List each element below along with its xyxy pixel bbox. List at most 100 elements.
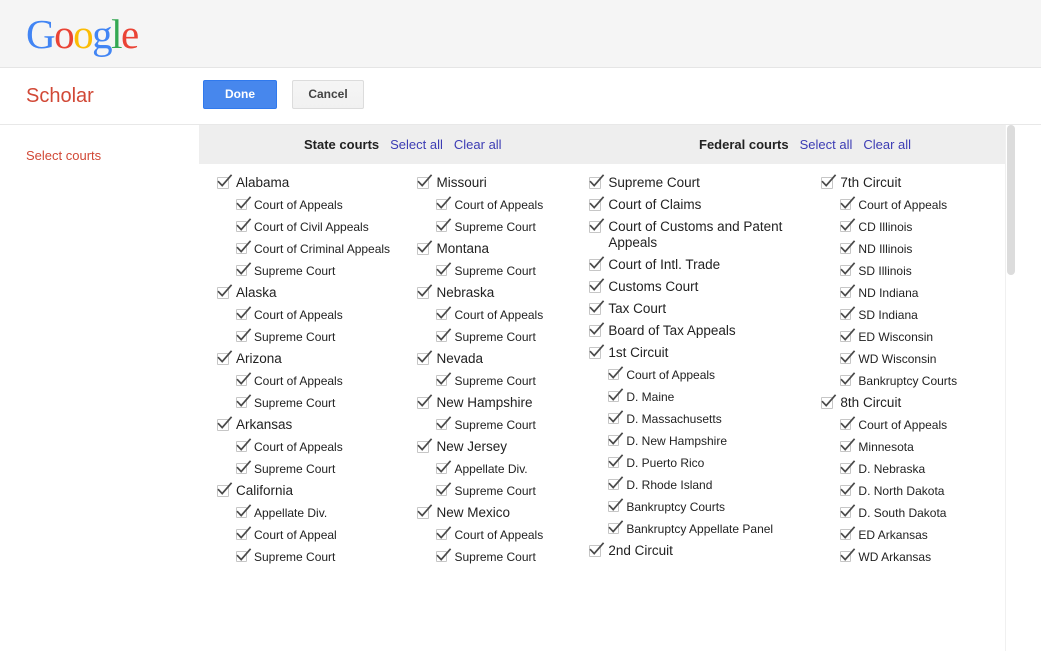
court-checkbox-item[interactable]: D. Nebraska — [840, 460, 1015, 477]
checkbox-checked-icon[interactable] — [236, 526, 252, 540]
court-group-checkbox-item[interactable]: New Mexico — [417, 504, 589, 521]
checkbox-checked-icon[interactable] — [217, 350, 233, 365]
court-checkbox-item[interactable]: Supreme Court — [236, 460, 417, 477]
court-group-checkbox-item[interactable]: Arkansas — [217, 416, 417, 433]
checkbox-checked-icon[interactable] — [236, 328, 252, 342]
court-group-checkbox-item[interactable]: 1st Circuit — [589, 344, 821, 361]
checkbox-checked-icon[interactable] — [608, 476, 624, 490]
court-checkbox-item[interactable]: D. South Dakota — [840, 504, 1015, 521]
google-logo[interactable]: Google — [26, 13, 139, 55]
checkbox-checked-icon[interactable] — [840, 328, 856, 342]
checkbox-checked-icon[interactable] — [608, 366, 624, 380]
checkbox-checked-icon[interactable] — [840, 372, 856, 386]
checkbox-checked-icon[interactable] — [608, 498, 624, 512]
court-group-checkbox-item[interactable]: Alaska — [217, 284, 417, 301]
court-group-checkbox-item[interactable]: 7th Circuit — [821, 174, 1015, 191]
court-checkbox-item[interactable]: Supreme Court — [436, 218, 589, 235]
checkbox-checked-icon[interactable] — [840, 284, 856, 298]
checkbox-checked-icon[interactable] — [589, 218, 605, 233]
court-checkbox-item[interactable]: Court of Appeals — [840, 416, 1015, 433]
state-clear-all-link[interactable]: Clear all — [454, 137, 502, 152]
court-checkbox-item[interactable]: Supreme Court — [236, 548, 417, 565]
court-group-checkbox-item[interactable]: Montana — [417, 240, 589, 257]
court-group-checkbox-item[interactable]: California — [217, 482, 417, 499]
checkbox-checked-icon[interactable] — [436, 218, 452, 232]
court-group-checkbox-item[interactable]: 8th Circuit — [821, 394, 1015, 411]
court-group-checkbox-item[interactable]: New Hampshire — [417, 394, 589, 411]
court-checkbox-item[interactable]: Court of Appeal — [236, 526, 417, 543]
checkbox-checked-icon[interactable] — [436, 526, 452, 540]
court-checkbox-item[interactable]: Supreme Court — [436, 548, 589, 565]
court-group-checkbox-item[interactable]: Missouri — [417, 174, 589, 191]
court-checkbox-item[interactable]: Supreme Court — [436, 372, 589, 389]
court-group-checkbox-item[interactable]: Nebraska — [417, 284, 589, 301]
checkbox-checked-icon[interactable] — [436, 416, 452, 430]
court-checkbox-item[interactable]: Appellate Div. — [236, 504, 417, 521]
checkbox-checked-icon[interactable] — [436, 262, 452, 276]
checkbox-checked-icon[interactable] — [840, 196, 856, 210]
checkbox-checked-icon[interactable] — [436, 328, 452, 342]
checkbox-checked-icon[interactable] — [821, 394, 837, 409]
court-checkbox-item[interactable]: Court of Appeals — [236, 438, 417, 455]
court-group-checkbox-item[interactable]: Court of Customs and Patent Appeals — [589, 218, 821, 251]
done-button[interactable]: Done — [203, 80, 277, 109]
court-checkbox-item[interactable]: D. Maine — [608, 388, 821, 405]
court-checkbox-item[interactable]: Court of Appeals — [608, 366, 821, 383]
court-checkbox-item[interactable]: Minnesota — [840, 438, 1015, 455]
checkbox-checked-icon[interactable] — [217, 416, 233, 431]
court-group-checkbox-item[interactable]: Arizona — [217, 350, 417, 367]
checkbox-checked-icon[interactable] — [840, 218, 856, 232]
checkbox-checked-icon[interactable] — [417, 240, 433, 255]
checkbox-checked-icon[interactable] — [589, 174, 605, 189]
checkbox-checked-icon[interactable] — [589, 196, 605, 211]
court-checkbox-item[interactable]: Supreme Court — [436, 328, 589, 345]
court-group-checkbox-item[interactable]: Customs Court — [589, 278, 821, 295]
checkbox-checked-icon[interactable] — [217, 482, 233, 497]
checkbox-checked-icon[interactable] — [608, 454, 624, 468]
checkbox-checked-icon[interactable] — [589, 542, 605, 557]
court-checkbox-item[interactable]: Supreme Court — [436, 416, 589, 433]
court-checkbox-item[interactable]: SD Illinois — [840, 262, 1015, 279]
court-checkbox-item[interactable]: Court of Appeals — [236, 196, 417, 213]
checkbox-checked-icon[interactable] — [840, 240, 856, 254]
checkbox-checked-icon[interactable] — [236, 372, 252, 386]
court-checkbox-item[interactable]: Appellate Div. — [436, 460, 589, 477]
checkbox-checked-icon[interactable] — [608, 410, 624, 424]
checkbox-checked-icon[interactable] — [589, 344, 605, 359]
court-group-checkbox-item[interactable]: Alabama — [217, 174, 417, 191]
checkbox-checked-icon[interactable] — [236, 306, 252, 320]
court-group-checkbox-item[interactable]: 2nd Circuit — [589, 542, 821, 559]
court-group-checkbox-item[interactable]: Nevada — [417, 350, 589, 367]
court-checkbox-item[interactable]: Court of Appeals — [436, 526, 589, 543]
court-checkbox-item[interactable]: Court of Appeals — [236, 306, 417, 323]
checkbox-checked-icon[interactable] — [436, 372, 452, 386]
court-checkbox-item[interactable]: ND Indiana — [840, 284, 1015, 301]
court-checkbox-item[interactable]: WD Wisconsin — [840, 350, 1015, 367]
court-checkbox-item[interactable]: ED Wisconsin — [840, 328, 1015, 345]
checkbox-checked-icon[interactable] — [236, 438, 252, 452]
court-checkbox-item[interactable]: D. North Dakota — [840, 482, 1015, 499]
checkbox-checked-icon[interactable] — [236, 218, 252, 232]
checkbox-checked-icon[interactable] — [840, 416, 856, 430]
checkbox-checked-icon[interactable] — [236, 504, 252, 518]
checkbox-checked-icon[interactable] — [236, 460, 252, 474]
checkbox-checked-icon[interactable] — [436, 196, 452, 210]
court-checkbox-item[interactable]: WD Arkansas — [840, 548, 1015, 565]
court-checkbox-item[interactable]: ED Arkansas — [840, 526, 1015, 543]
cancel-button[interactable]: Cancel — [292, 80, 364, 109]
checkbox-checked-icon[interactable] — [589, 300, 605, 315]
court-checkbox-item[interactable]: Court of Appeals — [236, 372, 417, 389]
checkbox-checked-icon[interactable] — [417, 174, 433, 189]
checkbox-checked-icon[interactable] — [417, 284, 433, 299]
court-checkbox-item[interactable]: Supreme Court — [236, 394, 417, 411]
court-checkbox-item[interactable]: Supreme Court — [236, 328, 417, 345]
state-select-all-link[interactable]: Select all — [390, 137, 443, 152]
court-checkbox-item[interactable]: CD Illinois — [840, 218, 1015, 235]
court-group-checkbox-item[interactable]: Court of Intl. Trade — [589, 256, 821, 273]
checkbox-checked-icon[interactable] — [236, 262, 252, 276]
checkbox-checked-icon[interactable] — [608, 432, 624, 446]
checkbox-checked-icon[interactable] — [608, 388, 624, 402]
court-checkbox-item[interactable]: Bankruptcy Appellate Panel — [608, 520, 821, 537]
checkbox-checked-icon[interactable] — [589, 322, 605, 337]
checkbox-checked-icon[interactable] — [236, 548, 252, 562]
